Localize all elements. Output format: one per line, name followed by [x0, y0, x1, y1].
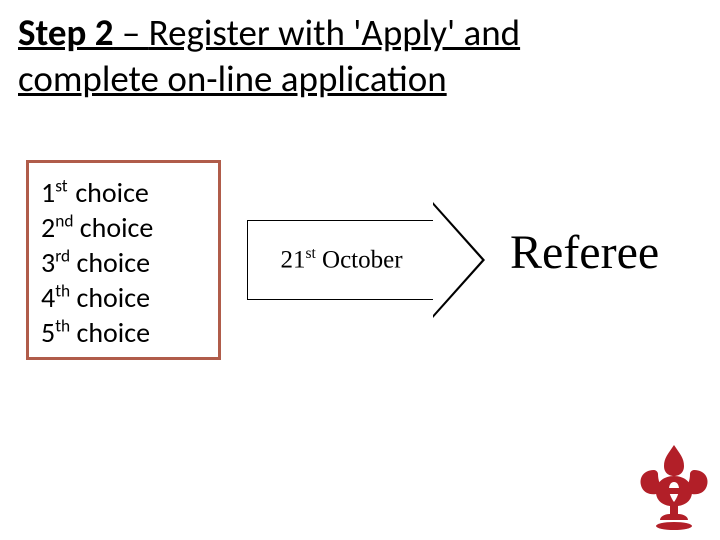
date-num: 21	[280, 247, 305, 274]
choice-row: 1st choice	[41, 175, 206, 210]
choice-row: 3rd choice	[41, 245, 206, 280]
ord-num: 4	[41, 280, 55, 315]
choice-row: 2nd choice	[41, 210, 206, 245]
arrow-body: 21st October	[247, 220, 435, 300]
choice-word: choice	[76, 280, 150, 315]
ord-suf: nd	[55, 210, 73, 232]
ord-num: 2	[41, 210, 55, 245]
choice-row: 5th choice	[41, 315, 206, 350]
referee-label: Referee	[510, 225, 659, 280]
choices-box: 1st choice 2nd choice 3rd choice 4th cho…	[26, 160, 221, 360]
arrow-head-fill	[433, 205, 482, 315]
ord-suf: st	[55, 175, 67, 197]
choice-word: choice	[76, 245, 150, 280]
ordinal: 1st	[41, 175, 69, 210]
ord-suf: rd	[55, 245, 70, 267]
ord-num: 5	[41, 315, 55, 350]
choice-word: choice	[75, 175, 149, 210]
ordinal: 4th	[41, 280, 70, 315]
ordinal: 2nd	[41, 210, 73, 245]
ordinal: 3rd	[41, 245, 70, 280]
ord-num: 1	[41, 175, 55, 210]
ord-suf: th	[55, 315, 70, 337]
choice-row: 4th choice	[41, 280, 206, 315]
title-dash: –	[113, 10, 148, 55]
logo-icon	[634, 442, 714, 532]
ord-num: 3	[41, 245, 55, 280]
ord-suf: th	[55, 280, 70, 302]
page-title: Step 2 – Register with 'Apply' and compl…	[18, 10, 658, 103]
date-month: October	[316, 247, 403, 274]
date-suf: st	[305, 245, 315, 262]
choice-word: choice	[80, 210, 154, 245]
step-label: Step 2	[18, 10, 113, 55]
arrow-date: 21st October	[280, 245, 402, 274]
arrow: 21st October	[247, 220, 485, 300]
choice-word: choice	[76, 315, 150, 350]
ordinal: 5th	[41, 315, 70, 350]
